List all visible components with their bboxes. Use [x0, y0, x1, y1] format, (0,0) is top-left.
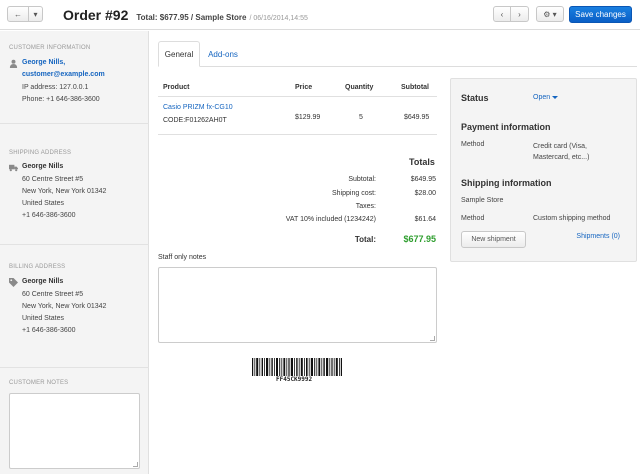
resize-grip-icon[interactable]	[133, 462, 138, 467]
table-divider	[158, 134, 437, 135]
product-subtotal: $649.95	[404, 114, 430, 121]
back-button[interactable]: ←	[7, 6, 29, 22]
order-tabs: General Add-ons	[158, 41, 637, 67]
order-date: / 06/16/2014,14:55	[249, 15, 308, 22]
chevron-down-icon: ▾	[33, 9, 38, 19]
product-name-link[interactable]: Casio PRIZM fx-CG10	[163, 104, 233, 111]
user-icon	[9, 59, 18, 68]
billing-city: New York, New York 01342	[22, 303, 107, 310]
caret-down-icon	[552, 95, 559, 99]
new-shipment-button[interactable]: New shipment	[461, 231, 526, 248]
status-title: Status	[461, 93, 489, 103]
page-title: Order #92	[63, 7, 129, 23]
customer-name-link[interactable]: George Nills,	[22, 59, 65, 66]
resize-grip-icon[interactable]	[430, 336, 435, 341]
column-header-product: Product	[163, 84, 190, 91]
staff-notes-label: Staff only notes	[158, 254, 207, 261]
billing-address-section: BILLING ADDRESS George Nills 60 Centre S…	[0, 245, 149, 368]
column-header-quantity: Quantity	[345, 84, 374, 91]
payment-method-value: Credit card (Visa, Mastercard, etc...)	[533, 143, 590, 161]
customer-email-link[interactable]: customer@example.com	[22, 71, 105, 78]
product-quantity: 5	[359, 114, 363, 121]
settings-dropdown-button[interactable]: ⚙ ▾	[536, 6, 564, 22]
previous-order-button[interactable]: ‹	[493, 6, 511, 22]
shipments-link[interactable]: Shipments (0)	[576, 233, 620, 240]
staff-notes-textarea[interactable]	[158, 267, 437, 343]
table-divider	[158, 96, 437, 97]
totals-title: Totals	[409, 157, 435, 167]
vat-label: VAT 10% included (1234242)	[285, 216, 376, 223]
customer-phone: Phone: +1 646-386-3600	[22, 96, 100, 103]
save-changes-button[interactable]: Save changes	[569, 6, 632, 23]
barcode-icon	[252, 358, 342, 376]
order-status-panel: Status Open Payment information Method C…	[450, 78, 637, 262]
shipping-address-section: SHIPPING ADDRESS George Nills 60 Centre …	[0, 124, 149, 245]
chevron-left-icon: ‹	[500, 9, 504, 19]
shipping-phone: +1 646-386-3600	[22, 212, 76, 219]
taxes-label: Taxes:	[355, 203, 376, 210]
customer-info-section: CUSTOMER INFORMATION George Nills, custo…	[0, 31, 149, 124]
shipping-city: New York, New York 01342	[22, 188, 107, 195]
barcode-text: FF45CK9992	[276, 376, 313, 383]
billing-country: United States	[22, 315, 65, 322]
vat-value: $61.64	[414, 216, 436, 223]
order-nav-group: ‹ ›	[493, 6, 529, 22]
total-value: $677.95	[403, 234, 436, 244]
column-header-price: Price	[295, 84, 313, 91]
tab-general[interactable]: General	[158, 41, 200, 67]
shipping-name: George Nills	[22, 163, 64, 170]
back-arrow-icon: ←	[14, 9, 22, 19]
page-title-area: Order #92 Total: $677.95 / Sample Store …	[63, 7, 308, 23]
back-dropdown-button[interactable]: ▾	[29, 6, 43, 22]
payment-info-title: Payment information	[461, 122, 551, 132]
customer-notes-textarea[interactable]	[9, 393, 140, 469]
status-dropdown[interactable]: Open	[533, 94, 559, 101]
product-price: $129.99	[295, 114, 321, 121]
order-total-store: Total: $677.95 / Sample Store	[136, 13, 247, 22]
product-code: CODE:F01262AH0T	[163, 117, 227, 124]
customer-notes-heading: CUSTOMER NOTES	[9, 380, 69, 386]
shipping-store: Sample Store	[461, 197, 504, 204]
shipping-street: 60 Centre Street #5	[22, 176, 84, 183]
shipping-method-label: Method	[461, 215, 485, 222]
total-label: Total:	[354, 235, 376, 244]
gear-icon: ⚙ ▾	[543, 9, 557, 19]
customer-ip: IP address: 127.0.0.1	[22, 84, 89, 91]
column-header-subtotal: Subtotal	[401, 84, 429, 91]
subtotal-value: $649.95	[410, 176, 436, 183]
billing-name: George Nills	[22, 278, 64, 285]
next-order-button[interactable]: ›	[511, 6, 529, 22]
shipping-info-title: Shipping information	[461, 178, 552, 188]
billing-address-heading: BILLING ADDRESS	[9, 264, 66, 270]
payment-method-label: Method	[461, 141, 485, 148]
customer-info-heading: CUSTOMER INFORMATION	[9, 45, 91, 51]
chevron-right-icon: ›	[518, 9, 521, 19]
subtotal-label: Subtotal:	[348, 176, 376, 183]
tab-add-ons[interactable]: Add-ons	[205, 41, 241, 67]
top-bar: ← ▾ Order #92 Total: $677.95 / Sample St…	[0, 0, 640, 30]
shipping-cost-label: Shipping cost:	[332, 190, 376, 197]
shipping-cost-value: $28.00	[414, 190, 436, 197]
shipping-country: United States	[22, 200, 65, 207]
back-button-group: ← ▾	[7, 6, 43, 22]
truck-icon	[9, 164, 18, 172]
order-sidebar: CUSTOMER INFORMATION George Nills, custo…	[0, 31, 149, 474]
billing-phone: +1 646-386-3600	[22, 327, 76, 334]
status-value: Open	[533, 94, 551, 101]
shipping-method-value: Custom shipping method	[533, 215, 611, 222]
billing-street: 60 Centre Street #5	[22, 291, 84, 298]
tag-icon	[9, 278, 18, 287]
shipping-address-heading: SHIPPING ADDRESS	[9, 150, 72, 156]
